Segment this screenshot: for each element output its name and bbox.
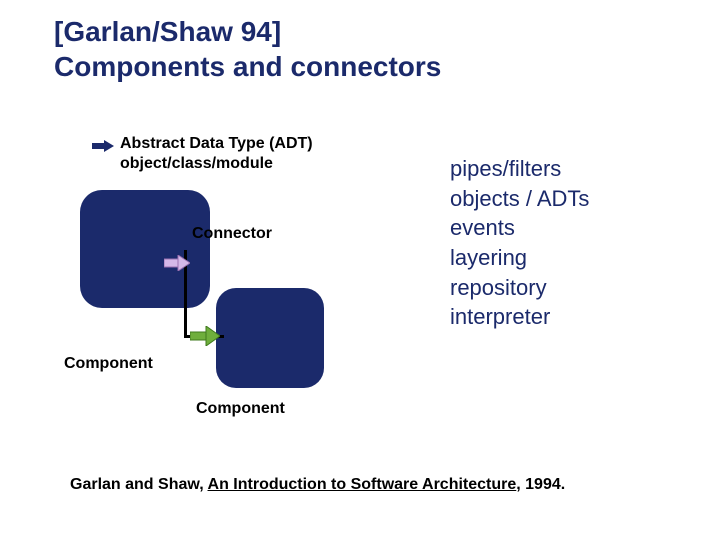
- adt-line-1: Abstract Data Type (ADT): [120, 135, 313, 152]
- bullet-arrow-icon: [92, 140, 114, 152]
- slide: [Garlan/Shaw 94] Components and connecto…: [0, 0, 720, 540]
- adt-label: Abstract Data Type (ADT) object/class/mo…: [120, 134, 313, 174]
- edge-arrow-icon: [190, 326, 220, 346]
- component-2-label: Component: [196, 400, 285, 418]
- list-item: repository: [450, 273, 589, 303]
- list-item: layering: [450, 243, 589, 273]
- list-item: objects / ADTs: [450, 184, 589, 214]
- citation-prefix: Garlan and Shaw,: [70, 476, 208, 493]
- adt-line-2: object/class/module: [120, 155, 273, 172]
- citation-suffix: , 1994.: [516, 476, 565, 493]
- component-1-label: Component: [64, 355, 153, 373]
- citation: Garlan and Shaw, An Introduction to Soft…: [70, 476, 565, 494]
- architecture-styles-list: pipes/filters objects / ADTs events laye…: [450, 154, 589, 332]
- title-line-2: Components and connectors: [54, 51, 441, 82]
- title-line-1: [Garlan/Shaw 94]: [54, 16, 281, 47]
- slide-title: [Garlan/Shaw 94] Components and connecto…: [54, 14, 441, 84]
- connector-label: Connector: [192, 225, 272, 243]
- connector-arrow-icon: [164, 255, 190, 271]
- citation-title: An Introduction to Software Architecture: [208, 476, 517, 493]
- list-item: interpreter: [450, 302, 589, 332]
- component-box-1: [80, 190, 210, 308]
- component-box-2: [216, 288, 324, 388]
- list-item: pipes/filters: [450, 154, 589, 184]
- list-item: events: [450, 213, 589, 243]
